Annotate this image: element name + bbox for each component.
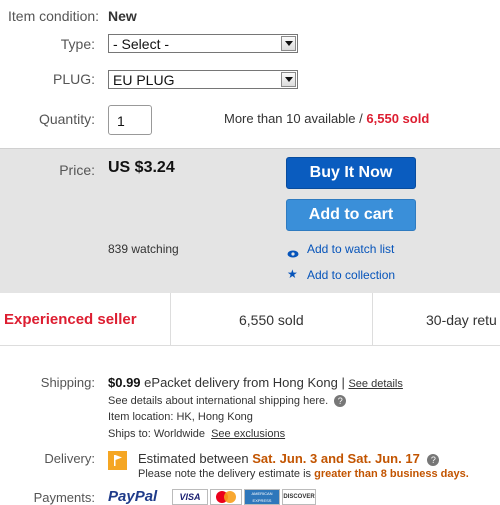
- type-label: Type:: [60, 36, 95, 52]
- price-value: US $3.24: [108, 159, 175, 176]
- see-exclusions-link[interactable]: See exclusions: [211, 428, 285, 440]
- item-location: Item location: HK, Hong Kong: [108, 411, 253, 423]
- chevron-down-icon[interactable]: [281, 72, 296, 87]
- type-select[interactable]: - Select -: [108, 34, 298, 53]
- delivery-estimate: Estimated between Sat. Jun. 3 and Sat. J…: [138, 451, 440, 466]
- payments-label: Payments:: [33, 490, 95, 505]
- watching-count: 839 watching: [108, 242, 179, 256]
- quantity-input[interactable]: 1: [108, 105, 152, 135]
- ships-to-label: Ships to:: [108, 428, 151, 440]
- delivery-dates: Sat. Jun. 3 and Sat. Jun. 17: [252, 451, 420, 466]
- delivery-note-highlight: greater than 8 business days.: [314, 468, 469, 480]
- shipping-method: ePacket delivery from Hong Kong |: [144, 375, 345, 390]
- availability-label: More than 10 available /: [224, 111, 363, 126]
- sold-count[interactable]: 6,550 sold: [366, 111, 429, 126]
- add-to-collection-link[interactable]: Add to collection: [307, 268, 395, 282]
- buy-it-now-button[interactable]: Buy It Now: [286, 157, 416, 189]
- item-location-value: HK, Hong Kong: [176, 411, 253, 423]
- chevron-down-icon[interactable]: [281, 36, 296, 51]
- mastercard-icon: [210, 489, 242, 505]
- amex-card-icon: AMERICAN EXPRESS: [244, 489, 280, 505]
- badge-divider: [372, 293, 373, 345]
- availability-text: More than 10 available / 6,550 sold: [224, 111, 429, 126]
- add-to-cart-button[interactable]: Add to cart: [286, 199, 416, 231]
- delivery-note-prefix: Please note the delivery estimate is: [138, 468, 312, 480]
- visa-card-icon: VISA: [172, 489, 208, 505]
- plug-label: PLUG:: [52, 71, 95, 87]
- delivery-note: Please note the delivery estimate is gre…: [138, 468, 469, 480]
- add-to-watch-list-link[interactable]: Add to watch list: [307, 242, 394, 256]
- condition-label: Item condition:: [8, 8, 100, 24]
- paypal-logo: PayPal: [108, 488, 158, 505]
- badge-divider: [170, 293, 171, 345]
- type-select-value: - Select -: [113, 35, 170, 52]
- plug-select[interactable]: EU PLUG: [108, 70, 298, 89]
- flag-icon: [108, 451, 127, 470]
- ships-to: Ships to: Worldwide See exclusions: [108, 428, 285, 440]
- shipping-label: Shipping:: [40, 375, 95, 390]
- international-shipping-text[interactable]: See details about international shipping…: [108, 395, 347, 407]
- experienced-seller-badge: Experienced seller: [4, 311, 137, 328]
- sold-badge: 6,550 sold: [239, 312, 304, 328]
- eye-icon: [287, 245, 299, 263]
- star-icon: ★: [287, 267, 298, 281]
- delivery-label: Delivery:: [44, 451, 95, 466]
- returns-badge: 30-day retu: [426, 312, 497, 328]
- help-icon[interactable]: ?: [427, 454, 440, 466]
- ships-to-value: Worldwide: [153, 428, 206, 440]
- see-details-link[interactable]: See details: [348, 378, 402, 390]
- quantity-label: Quantity:: [38, 111, 95, 127]
- shipping-line: $0.99 ePacket delivery from Hong Kong | …: [108, 375, 403, 390]
- help-icon[interactable]: ?: [334, 395, 347, 407]
- item-location-label: Item location:: [108, 411, 174, 423]
- shipping-price: $0.99: [108, 375, 141, 390]
- plug-select-value: EU PLUG: [113, 71, 175, 88]
- quantity-value: 1: [117, 113, 125, 129]
- delivery-estimate-prefix: Estimated between: [138, 451, 249, 466]
- discover-card-icon: DISCOVER: [282, 489, 316, 505]
- price-label: Price:: [59, 162, 95, 178]
- condition-value: New: [108, 8, 137, 24]
